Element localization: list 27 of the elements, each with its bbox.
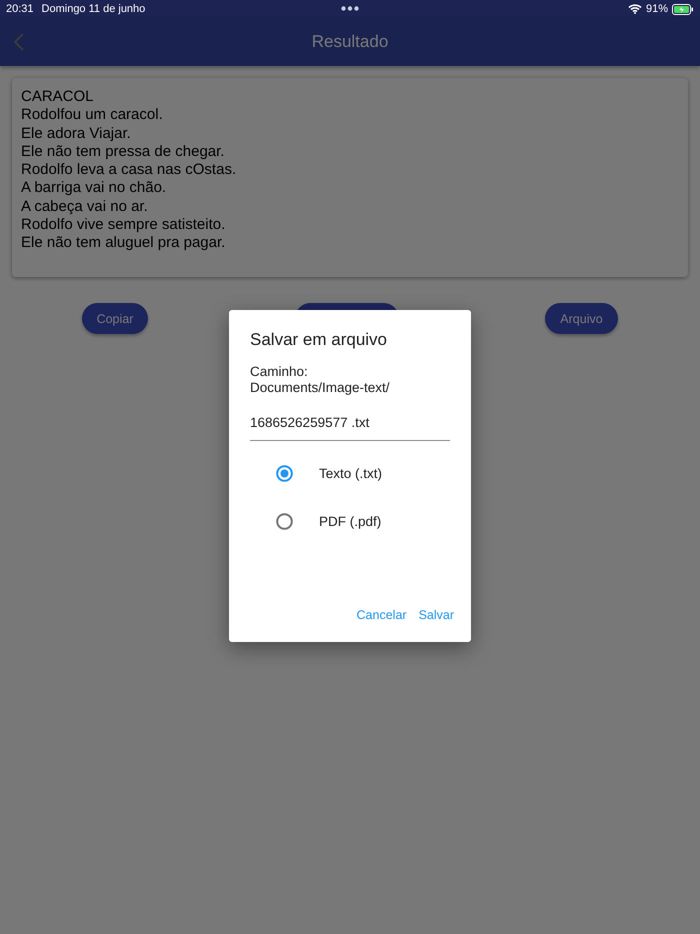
status-time: 20:31 <box>6 3 34 15</box>
wifi-icon <box>628 4 642 14</box>
text-line: Rodolfou um caracol. <box>21 106 164 125</box>
more-icon[interactable] <box>341 6 359 11</box>
screen-title: Resultado <box>312 32 388 52</box>
radio-button[interactable] <box>276 513 293 530</box>
text-line: Rodolfo vive sempre satisteito. <box>21 216 226 234</box>
path-value: Documents/Image-text/ <box>250 380 391 396</box>
battery-icon <box>672 4 694 14</box>
action-button[interactable]: Copiar <box>82 303 148 334</box>
text-line: CARACOL <box>21 88 95 106</box>
dialog-button[interactable]: Cancelar <box>354 608 409 622</box>
text-line: Ele não tem aluguel pra pagar. <box>21 234 226 253</box>
text-line: Ele adora Viajar. <box>21 124 132 143</box>
text-line: Rodolfo leva a casa nas cOstas. <box>21 161 238 180</box>
battery-percent: 91% <box>646 3 668 15</box>
text-line: Ele não tem pressa de chegar. <box>21 142 226 162</box>
text-line: A cabeça vai no ar. <box>21 198 149 216</box>
option-label: PDF (.pdf) <box>319 514 382 529</box>
dialog-button[interactable]: Salvar <box>416 608 456 622</box>
path-label: Caminho: <box>250 364 309 380</box>
radio-button[interactable] <box>276 465 293 482</box>
action-button[interactable]: Arquivo <box>545 303 618 334</box>
option-label: Texto (.txt) <box>319 466 382 481</box>
dialog-title: Salvar em arquivo <box>250 330 388 350</box>
text-line: A barriga vai no chão. <box>21 179 168 198</box>
status-date: Domingo 11 de junho <box>42 3 146 15</box>
